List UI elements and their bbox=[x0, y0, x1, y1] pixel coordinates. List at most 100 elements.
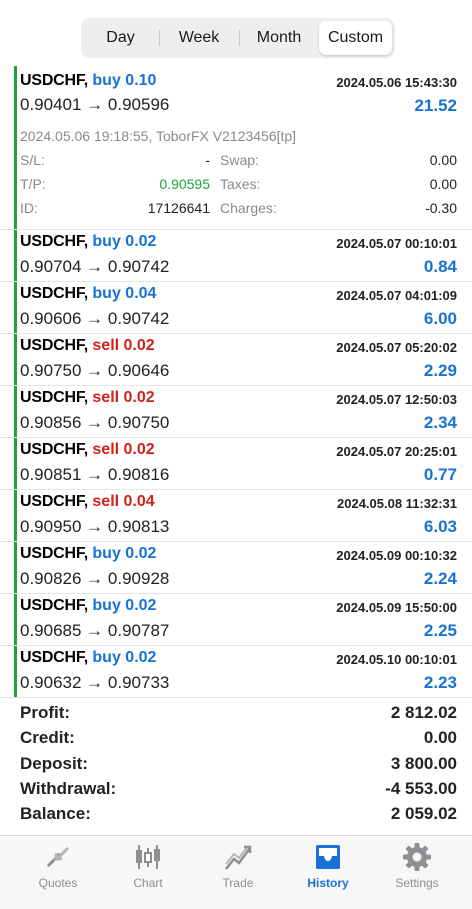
trade-row[interactable]: USDCHF, sell 0.02 2024.05.07 05:20:02 0.… bbox=[0, 334, 472, 386]
trade-volume: 0.02 bbox=[125, 545, 157, 562]
trade-side: sell bbox=[92, 389, 120, 406]
trade-symbol: USDCHF, bbox=[20, 233, 88, 250]
trade-side: buy bbox=[92, 649, 121, 666]
trade-profit: 2.24 bbox=[423, 569, 457, 588]
trade-time: 2024.05.08 11:32:31 bbox=[337, 496, 457, 511]
trade-prices: 0.90851 → 0.90816 bbox=[20, 465, 170, 484]
trade-prices: 0.90632 → 0.90733 bbox=[20, 673, 170, 692]
summary-value: 0.00 bbox=[423, 728, 457, 748]
id-label: ID: bbox=[20, 200, 38, 216]
tab-label: Trade bbox=[222, 876, 254, 890]
trade-indicator-bar bbox=[14, 334, 17, 385]
trade-indicator-bar bbox=[14, 594, 17, 645]
trade-symbol: USDCHF, bbox=[20, 597, 88, 614]
trade-row[interactable]: USDCHF, buy 0.02 2024.05.09 15:50:00 0.9… bbox=[0, 594, 472, 646]
summary-label: Balance: bbox=[20, 804, 91, 824]
trade-side: sell bbox=[92, 441, 120, 458]
trade-row[interactable]: USDCHF, buy 0.02 2024.05.09 00:10:32 0.9… bbox=[0, 542, 472, 594]
trade-row[interactable]: USDCHF, buy 0.02 2024.05.07 00:10:01 0.9… bbox=[0, 230, 472, 282]
trade-indicator-bar bbox=[14, 490, 17, 541]
trade-indicator-bar bbox=[14, 542, 17, 593]
trade-title: USDCHF, buy 0.10 bbox=[20, 72, 156, 90]
summary-row-credit: Credit: 0.00 bbox=[0, 728, 472, 753]
summary-value: 2 059.02 bbox=[390, 804, 457, 824]
summary-row-profit: Profit: 2 812.02 bbox=[0, 703, 472, 728]
trade-row[interactable]: USDCHF, sell 0.02 2024.05.07 20:25:01 0.… bbox=[0, 438, 472, 490]
trade-volume: 0.02 bbox=[123, 337, 155, 354]
trade-side: sell bbox=[92, 337, 120, 354]
summary-label: Withdrawal: bbox=[20, 778, 117, 798]
trade-profit: 2.29 bbox=[423, 361, 457, 380]
trade-profit: 21.52 bbox=[414, 96, 457, 115]
trade-indicator-bar bbox=[14, 230, 17, 281]
trade-profit: 6.03 bbox=[423, 517, 457, 536]
trade-volume: 0.02 bbox=[125, 597, 157, 614]
trade-volume: 0.04 bbox=[123, 493, 155, 510]
settings-icon bbox=[403, 843, 431, 871]
trade-row[interactable]: USDCHF, sell 0.02 2024.05.07 12:50:03 0.… bbox=[0, 386, 472, 438]
period-tab-month[interactable]: Month bbox=[240, 21, 318, 55]
trade-indicator-bar bbox=[14, 66, 17, 229]
charges-value: -0.30 bbox=[425, 200, 457, 216]
tab-chart[interactable]: Chart bbox=[104, 836, 192, 909]
trade-symbol: USDCHF, bbox=[20, 649, 88, 666]
trade-side: buy bbox=[92, 233, 121, 250]
tp-value: 0.90595 bbox=[159, 176, 210, 192]
swap-label: Swap: bbox=[220, 152, 259, 168]
charges-label: Charges: bbox=[220, 200, 277, 216]
chart-icon bbox=[136, 845, 160, 869]
trade-title: USDCHF, sell 0.04 bbox=[20, 493, 155, 511]
trade-row[interactable]: USDCHF, buy 0.10 2024.05.06 15:43:30 0.9… bbox=[0, 66, 472, 230]
trade-prices: 0.90826 → 0.90928 bbox=[20, 569, 170, 588]
sl-label: S/L: bbox=[20, 152, 45, 168]
tp-label: T/P: bbox=[20, 176, 46, 192]
trade-row[interactable]: USDCHF, buy 0.04 2024.05.07 04:01:09 0.9… bbox=[0, 282, 472, 334]
tab-quotes[interactable]: Quotes bbox=[14, 836, 102, 909]
summary-row-withdrawal: Withdrawal: -4 553.00 bbox=[0, 779, 472, 804]
trade-history-list: USDCHF, buy 0.10 2024.05.06 15:43:30 0.9… bbox=[0, 66, 472, 698]
trade-volume: 0.10 bbox=[125, 72, 157, 89]
trade-profit: 0.77 bbox=[423, 465, 457, 484]
tab-history[interactable]: History bbox=[284, 836, 372, 909]
trade-icon bbox=[225, 845, 252, 870]
trade-time: 2024.05.07 05:20:02 bbox=[336, 340, 457, 355]
trade-title: USDCHF, sell 0.02 bbox=[20, 337, 155, 355]
trade-symbol: USDCHF, bbox=[20, 545, 88, 562]
tab-trade[interactable]: Trade bbox=[194, 836, 282, 909]
trade-time: 2024.05.06 15:43:30 bbox=[336, 75, 457, 90]
trade-row[interactable]: USDCHF, buy 0.02 2024.05.10 00:10:01 0.9… bbox=[0, 646, 472, 698]
bottom-tab-bar: Quotes Chart Trade History Settings bbox=[0, 835, 472, 909]
trade-prices: 0.90704 → 0.90742 bbox=[20, 257, 170, 276]
trade-side: buy bbox=[92, 72, 121, 89]
taxes-label: Taxes: bbox=[220, 176, 261, 192]
trade-title: USDCHF, buy 0.02 bbox=[20, 545, 156, 563]
trade-close-info: 2024.05.06 19:18:55, ToborFX V2123456[tp… bbox=[20, 128, 297, 144]
trade-side: buy bbox=[92, 597, 121, 614]
trade-prices: 0.90685 → 0.90787 bbox=[20, 621, 170, 640]
trade-title: USDCHF, buy 0.04 bbox=[20, 285, 156, 303]
trade-profit: 0.84 bbox=[423, 257, 457, 276]
taxes-value: 0.00 bbox=[429, 176, 457, 192]
trade-volume: 0.02 bbox=[125, 649, 157, 666]
trade-symbol: USDCHF, bbox=[20, 72, 88, 89]
trade-volume: 0.04 bbox=[125, 285, 157, 302]
tab-label: Settings bbox=[395, 876, 439, 890]
tab-settings[interactable]: Settings bbox=[373, 836, 461, 909]
summary-value: 3 800.00 bbox=[390, 753, 457, 773]
summary-label: Profit: bbox=[20, 703, 71, 722]
trade-prices: 0.90856 → 0.90750 bbox=[20, 413, 170, 432]
period-segmented-control: Day Week Month Custom bbox=[81, 18, 395, 58]
summary-value: -4 553.00 bbox=[385, 778, 457, 798]
trade-row[interactable]: USDCHF, sell 0.04 2024.05.08 11:32:31 0.… bbox=[0, 490, 472, 542]
trade-volume: 0.02 bbox=[125, 233, 157, 250]
trade-title: USDCHF, buy 0.02 bbox=[20, 233, 156, 251]
trade-time: 2024.05.07 12:50:03 bbox=[336, 392, 457, 407]
account-summary: Profit: 2 812.02 Credit: 0.00 Deposit: 3… bbox=[0, 703, 472, 829]
tab-label: Quotes bbox=[38, 876, 78, 890]
trade-volume: 0.02 bbox=[123, 441, 155, 458]
summary-label: Deposit: bbox=[20, 753, 88, 773]
period-tab-day[interactable]: Day bbox=[84, 21, 157, 55]
trade-title: USDCHF, buy 0.02 bbox=[20, 649, 156, 667]
period-tab-week[interactable]: Week bbox=[160, 21, 238, 55]
period-tab-custom[interactable]: Custom bbox=[319, 21, 392, 55]
